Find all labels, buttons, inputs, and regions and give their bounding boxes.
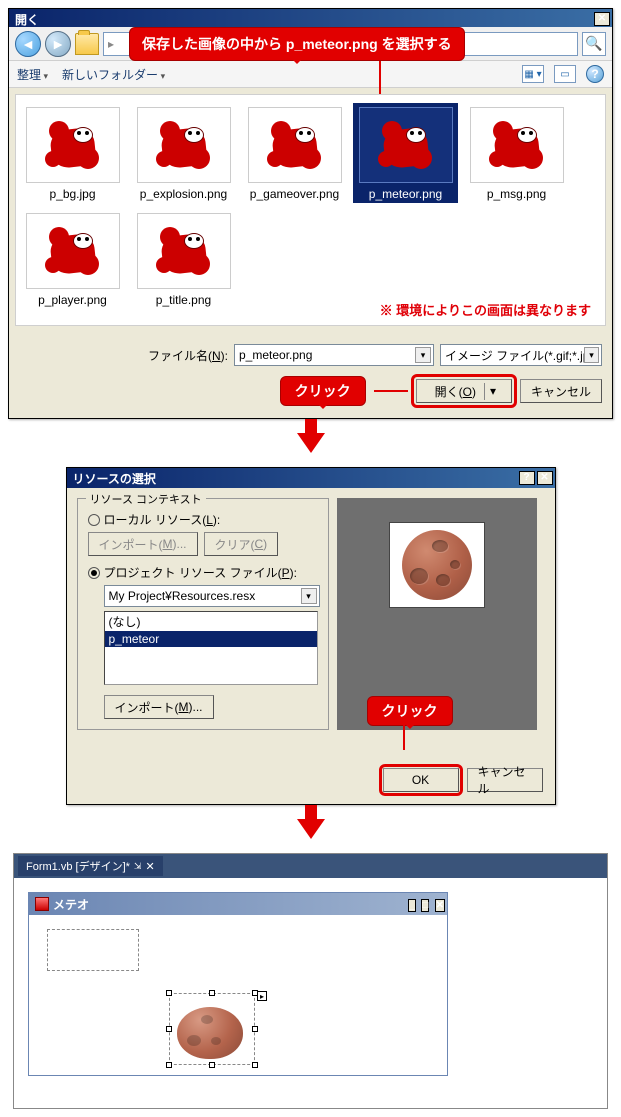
annotation-select-image: 保存した画像の中から p_meteor.png を選択する <box>129 27 465 61</box>
filename-label: ファイル名(N): <box>148 347 228 364</box>
document-tabbar: Form1.vb [デザイン]* ⇲ ✕ <box>14 854 607 878</box>
search-icon: 🔍 <box>585 35 602 52</box>
file-list[interactable]: p_bg.jpg p_explosion.png p_gameover.png … <box>15 94 606 326</box>
window-title: 開く <box>15 11 39 28</box>
help-icon[interactable]: ? <box>586 65 604 83</box>
pin-icon[interactable]: ⇲ <box>134 861 142 872</box>
selected-picturebox[interactable]: ▸ <box>169 993 255 1065</box>
filter-combo[interactable]: イメージ ファイル(*.gif;*.jpg ▾ <box>440 344 602 366</box>
meteor-image <box>402 530 472 600</box>
form-window[interactable]: メテオ _ □ ✕ <box>28 892 448 1076</box>
ok-button[interactable]: OK <box>383 768 459 792</box>
titlebar: 開く ✕ <box>9 9 612 29</box>
organize-menu[interactable]: 整理 <box>17 66 48 83</box>
placeholder-control[interactable] <box>47 929 139 971</box>
maximize-icon[interactable]: □ <box>421 899 429 912</box>
resource-listbox[interactable]: (なし) p_meteor <box>104 611 318 685</box>
chevron-right-icon: ▸ <box>108 37 114 51</box>
chevron-down-icon[interactable]: ▾ <box>584 347 599 363</box>
filename-value: p_meteor.png <box>239 348 312 362</box>
radio-label: プロジェクト リソース ファイル(P): <box>104 564 297 581</box>
close-icon[interactable]: ✕ <box>145 860 154 873</box>
radio-local-resource[interactable]: ローカル リソース(L): <box>88 511 318 528</box>
toolbar: 整理 新しいフォルダー ▦ ▾ ▭ ? <box>9 61 612 88</box>
file-item[interactable]: p_explosion.png <box>131 103 236 203</box>
clear-button: クリア(C) <box>204 532 279 556</box>
file-label: p_msg.png <box>466 187 567 201</box>
form-title: メテオ <box>53 896 89 913</box>
resource-context-group: リソース コンテキスト ローカル リソース(L): インポート(M)... クリ… <box>77 498 329 730</box>
app-icon <box>35 897 49 911</box>
close-icon[interactable]: ✕ <box>435 899 445 912</box>
minimize-icon[interactable]: _ <box>408 899 416 912</box>
cancel-button[interactable]: キャンセル <box>467 768 543 792</box>
file-label: p_title.png <box>133 293 234 307</box>
environment-note: ※ 環境によりこの画面は異なります <box>380 300 591 319</box>
open-file-dialog: 開く ✕ ◄ ► ▸ 🔍 保存した画像の中から p_meteor.png を選択… <box>8 8 613 419</box>
radio-project-resource[interactable]: プロジェクト リソース ファイル(P): <box>88 564 318 581</box>
new-folder-button[interactable]: 新しいフォルダー <box>62 66 165 83</box>
project-resource-combo[interactable]: My Project¥Resources.resx ▾ <box>104 585 320 607</box>
close-icon[interactable]: ✕ <box>594 12 610 26</box>
preview-image <box>389 522 485 608</box>
annotation-click: クリック <box>367 696 453 726</box>
filename-combo[interactable]: p_meteor.png ▾ <box>234 344 434 366</box>
nav-forward-button[interactable]: ► <box>45 31 71 57</box>
nav-back-button[interactable]: ◄ <box>15 31 41 57</box>
form-client-area[interactable]: ▸ <box>29 915 447 1075</box>
file-label: p_explosion.png <box>133 187 234 201</box>
file-item-selected[interactable]: p_meteor.png <box>353 103 458 203</box>
file-item[interactable]: p_bg.jpg <box>20 103 125 203</box>
folder-icon <box>75 33 99 55</box>
annotation-line <box>403 722 405 750</box>
file-item[interactable]: p_msg.png <box>464 103 569 203</box>
file-label: p_player.png <box>22 293 123 307</box>
close-icon[interactable]: ✕ <box>537 471 553 485</box>
tab-label: Form1.vb [デザイン]* <box>26 858 130 874</box>
window-title: リソースの選択 <box>73 470 156 487</box>
file-item[interactable]: p_player.png <box>20 209 125 309</box>
file-item[interactable]: p_title.png <box>131 209 236 309</box>
help-icon[interactable]: ? <box>519 471 535 485</box>
combo-value: My Project¥Resources.resx <box>109 589 256 603</box>
arrow-down-icon <box>297 819 325 839</box>
file-bottom-panel: ファイル名(N): p_meteor.png ▾ イメージ ファイル(*.gif… <box>9 332 612 418</box>
arrow-down-icon <box>297 433 325 453</box>
design-surface[interactable]: メテオ _ □ ✕ <box>14 878 607 1108</box>
chevron-down-icon[interactable]: ▾ <box>301 588 317 604</box>
meteor-image <box>177 1007 243 1059</box>
radio-icon <box>88 567 100 579</box>
form-titlebar: メテオ _ □ ✕ <box>29 893 447 915</box>
view-preview-icon[interactable]: ▭ <box>554 65 576 83</box>
file-item[interactable]: p_gameover.png <box>242 103 347 203</box>
designer-window: Form1.vb [デザイン]* ⇲ ✕ メテオ _ □ ✕ <box>13 853 608 1109</box>
file-label: p_bg.jpg <box>22 187 123 201</box>
open-button[interactable]: 開く(O) ▾ <box>416 379 512 403</box>
chevron-down-icon[interactable]: ▾ <box>485 384 501 398</box>
annotation-line <box>374 390 408 392</box>
filter-value: イメージ ファイル(*.gif;*.jpg <box>445 347 584 364</box>
annotation-click: クリック <box>280 376 366 406</box>
search-box[interactable]: 🔍 <box>582 32 606 56</box>
import-project-button[interactable]: インポート(M)... <box>104 695 214 719</box>
resource-select-dialog: リソースの選択 ? ✕ リソース コンテキスト ローカル リソース(L): イン… <box>66 467 556 805</box>
file-label: p_meteor.png <box>355 187 456 201</box>
import-local-button: インポート(M)... <box>88 532 198 556</box>
list-item[interactable]: (なし) <box>105 612 317 631</box>
tab-form-design[interactable]: Form1.vb [デザイン]* ⇲ ✕ <box>18 856 163 876</box>
radio-label: ローカル リソース(L): <box>104 511 221 528</box>
group-legend: リソース コンテキスト <box>86 491 206 507</box>
view-thumbs-icon[interactable]: ▦ ▾ <box>522 65 544 83</box>
radio-icon <box>88 514 100 526</box>
titlebar: リソースの選択 ? ✕ <box>67 468 555 488</box>
list-item-selected[interactable]: p_meteor <box>105 631 317 647</box>
smarttag-icon[interactable]: ▸ <box>257 991 267 1001</box>
file-label: p_gameover.png <box>244 187 345 201</box>
chevron-down-icon[interactable]: ▾ <box>415 347 431 363</box>
cancel-button[interactable]: キャンセル <box>520 379 602 403</box>
